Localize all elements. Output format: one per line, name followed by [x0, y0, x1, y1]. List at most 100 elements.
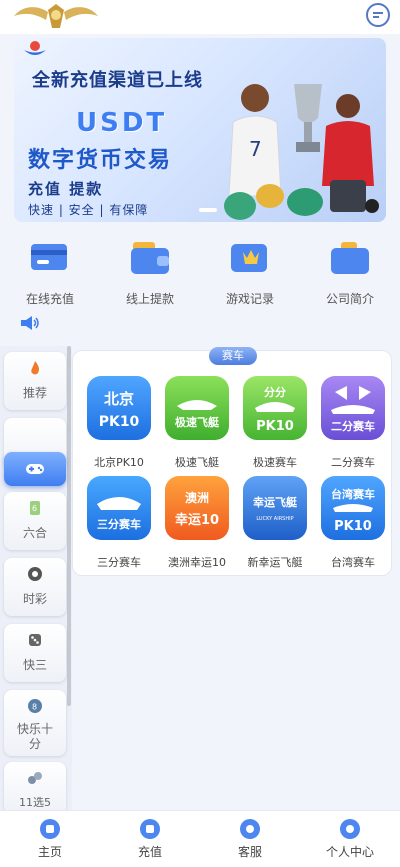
- game-logo-art: 极速飞艇: [175, 400, 220, 429]
- sidebar-item-label: 六合: [22, 526, 47, 540]
- game-tile[interactable]: 三分赛车 三分赛车: [80, 476, 158, 574]
- game-logo-art: 二分赛车: [331, 386, 375, 433]
- game-tile[interactable]: 二分赛车 二分赛车: [314, 376, 392, 474]
- game-logo-art: 澳洲 幸运10: [175, 490, 219, 528]
- game-logo-icon: 二分赛车: [321, 376, 385, 440]
- game-logo-icon: 幸运飞艇 LUCKY AIRSHIP: [243, 476, 307, 540]
- tab-label: 主页: [37, 845, 62, 859]
- chat-bubble-icon[interactable]: [366, 3, 390, 27]
- wallet-icon: [131, 242, 169, 274]
- logo-text: 分分: [264, 385, 286, 399]
- game-panel: 赛车 北京 PK10 北京PK10 极速飞艇 极速飞艇 分分 PK10 极速赛车: [72, 347, 392, 576]
- quick-action-label: 游戏记录: [225, 292, 274, 306]
- game-label: 北京PK10: [94, 456, 144, 469]
- logo-sub: PK10: [99, 414, 140, 430]
- tab-label: 客服: [237, 845, 262, 859]
- category-tag: 赛车: [209, 347, 257, 365]
- sidebar-item-11x5[interactable]: 11选5: [4, 762, 66, 810]
- tab-label: 个人中心: [325, 845, 374, 859]
- briefcase-icon: [331, 242, 369, 274]
- category-sidebar[interactable]: 推荐 6 六合 时彩 快三 8 快乐十分 11选5: [0, 346, 72, 810]
- banner-slogan: 快速 | 安全 | 有保障: [28, 203, 149, 217]
- sidebar-item-racing[interactable]: [4, 452, 66, 486]
- game-label: 极速飞艇: [175, 456, 219, 469]
- svg-text:8: 8: [32, 703, 37, 712]
- banner-line: 充值 提款: [28, 180, 104, 198]
- sidebar-scrollbar[interactable]: [67, 346, 71, 706]
- svg-text:6: 6: [32, 504, 37, 513]
- game-label: 二分赛车: [331, 456, 375, 469]
- sidebar-item-kuaile[interactable]: 8 快乐十分: [4, 690, 66, 756]
- support-icon: [240, 819, 260, 839]
- quick-action-recharge[interactable]: 在线充值: [0, 226, 100, 312]
- game-tile[interactable]: 澳洲 幸运10 澳洲幸运10: [158, 476, 236, 574]
- ball-icon: [28, 567, 42, 581]
- card-icon: [31, 244, 67, 270]
- quick-actions: 在线充值 线上提款 游戏记录 公司简介: [0, 226, 400, 312]
- game-tile[interactable]: 台湾赛车 PK10 台湾赛车: [314, 476, 392, 574]
- game-tile[interactable]: 幸运飞艇 LUCKY AIRSHIP 新幸运飞艇: [236, 476, 314, 574]
- balls-icon: [28, 772, 42, 784]
- gamepad-icon: [26, 464, 44, 474]
- sidebar-item-liuhe[interactable]: 6 六合: [4, 492, 66, 550]
- quick-action-label: 公司简介: [325, 292, 374, 306]
- banner-currency: USDT: [76, 108, 168, 138]
- logo-text: 幸运飞艇: [253, 495, 298, 509]
- game-logo-art: 北京 PK10: [99, 390, 140, 430]
- game-tile[interactable]: 极速飞艇 极速飞艇: [158, 376, 236, 474]
- game-logo-icon: 极速飞艇: [165, 376, 229, 440]
- logo-text: 极速飞艇: [175, 415, 220, 429]
- sidebar-item-label: 快乐十分: [16, 722, 53, 751]
- svg-text:7: 7: [249, 137, 262, 161]
- tab-recharge[interactable]: 充值: [100, 811, 200, 867]
- promo-banner[interactable]: 全新充值渠道已上线 USDT 数字货币交易 充值 提款 快速 | 安全 | 有保…: [14, 38, 386, 222]
- sidebar-item-label: 推荐: [22, 386, 47, 400]
- sidebar-item-recommend[interactable]: 推荐: [4, 352, 66, 410]
- game-label: 台湾赛车: [331, 556, 375, 569]
- dice-icon: [29, 634, 41, 646]
- lotto-icon: 6: [30, 501, 40, 515]
- game-logo-icon: 台湾赛车 PK10: [321, 476, 385, 540]
- quick-action-label: 在线充值: [25, 292, 74, 306]
- sidebar-item-label: 11选5: [19, 796, 51, 809]
- record-icon: [231, 244, 267, 272]
- home-icon: [40, 819, 60, 839]
- logo-sub: PK10: [256, 419, 294, 434]
- quick-action-withdraw[interactable]: 线上提款: [100, 226, 200, 312]
- sidebar-item-shicai[interactable]: 时彩: [4, 558, 66, 616]
- tab-support[interactable]: 客服: [200, 811, 300, 867]
- top-bar: [0, 0, 400, 34]
- logo-sub: 幸运10: [175, 512, 219, 528]
- sidebar-item-label: 时彩: [22, 592, 47, 606]
- quick-action-records[interactable]: 游戏记录: [200, 226, 300, 312]
- game-logo-icon: 北京 PK10: [87, 376, 151, 440]
- sidebar-item-kuaisan[interactable]: 快三: [4, 624, 66, 682]
- quick-action-company[interactable]: 公司简介: [300, 226, 400, 312]
- speaker-icon[interactable]: [20, 315, 40, 331]
- game-label: 澳洲幸运10: [168, 556, 226, 569]
- winged-crest-logo-icon[interactable]: [6, 0, 106, 32]
- tab-label: 充值: [137, 845, 162, 859]
- tab-profile[interactable]: 个人中心: [300, 811, 400, 867]
- quick-action-label: 线上提款: [125, 292, 174, 306]
- crypto-coins-image: [224, 180, 379, 220]
- game-tile[interactable]: 分分 PK10 极速赛车: [236, 376, 314, 474]
- logo-text: 二分赛车: [331, 419, 375, 433]
- logo-text: 台湾赛车: [331, 487, 375, 501]
- carousel-indicator[interactable]: [199, 208, 217, 212]
- game-logo-art: 台湾赛车 PK10: [331, 487, 375, 534]
- logo-sub: PK10: [334, 519, 372, 534]
- coin-icon: 8: [28, 699, 42, 713]
- game-tile[interactable]: 北京 PK10 北京PK10: [80, 376, 158, 474]
- game-logo-icon: 分分 PK10: [243, 376, 307, 440]
- game-logo-art: 幸运飞艇 LUCKY AIRSHIP: [253, 495, 298, 522]
- bottom-tab-bar: 主页 充值 客服 个人中心: [0, 810, 400, 867]
- logo-text: 澳洲: [185, 490, 209, 505]
- game-label: 新幸运飞艇: [247, 556, 303, 569]
- sidebar-item-label: 快三: [22, 658, 47, 672]
- logo-text: 三分赛车: [97, 517, 141, 531]
- tab-home[interactable]: 主页: [0, 811, 100, 867]
- game-label: 三分赛车: [97, 556, 141, 569]
- fire-icon: [31, 361, 39, 375]
- banner-subtitle: 数字货币交易: [28, 148, 173, 173]
